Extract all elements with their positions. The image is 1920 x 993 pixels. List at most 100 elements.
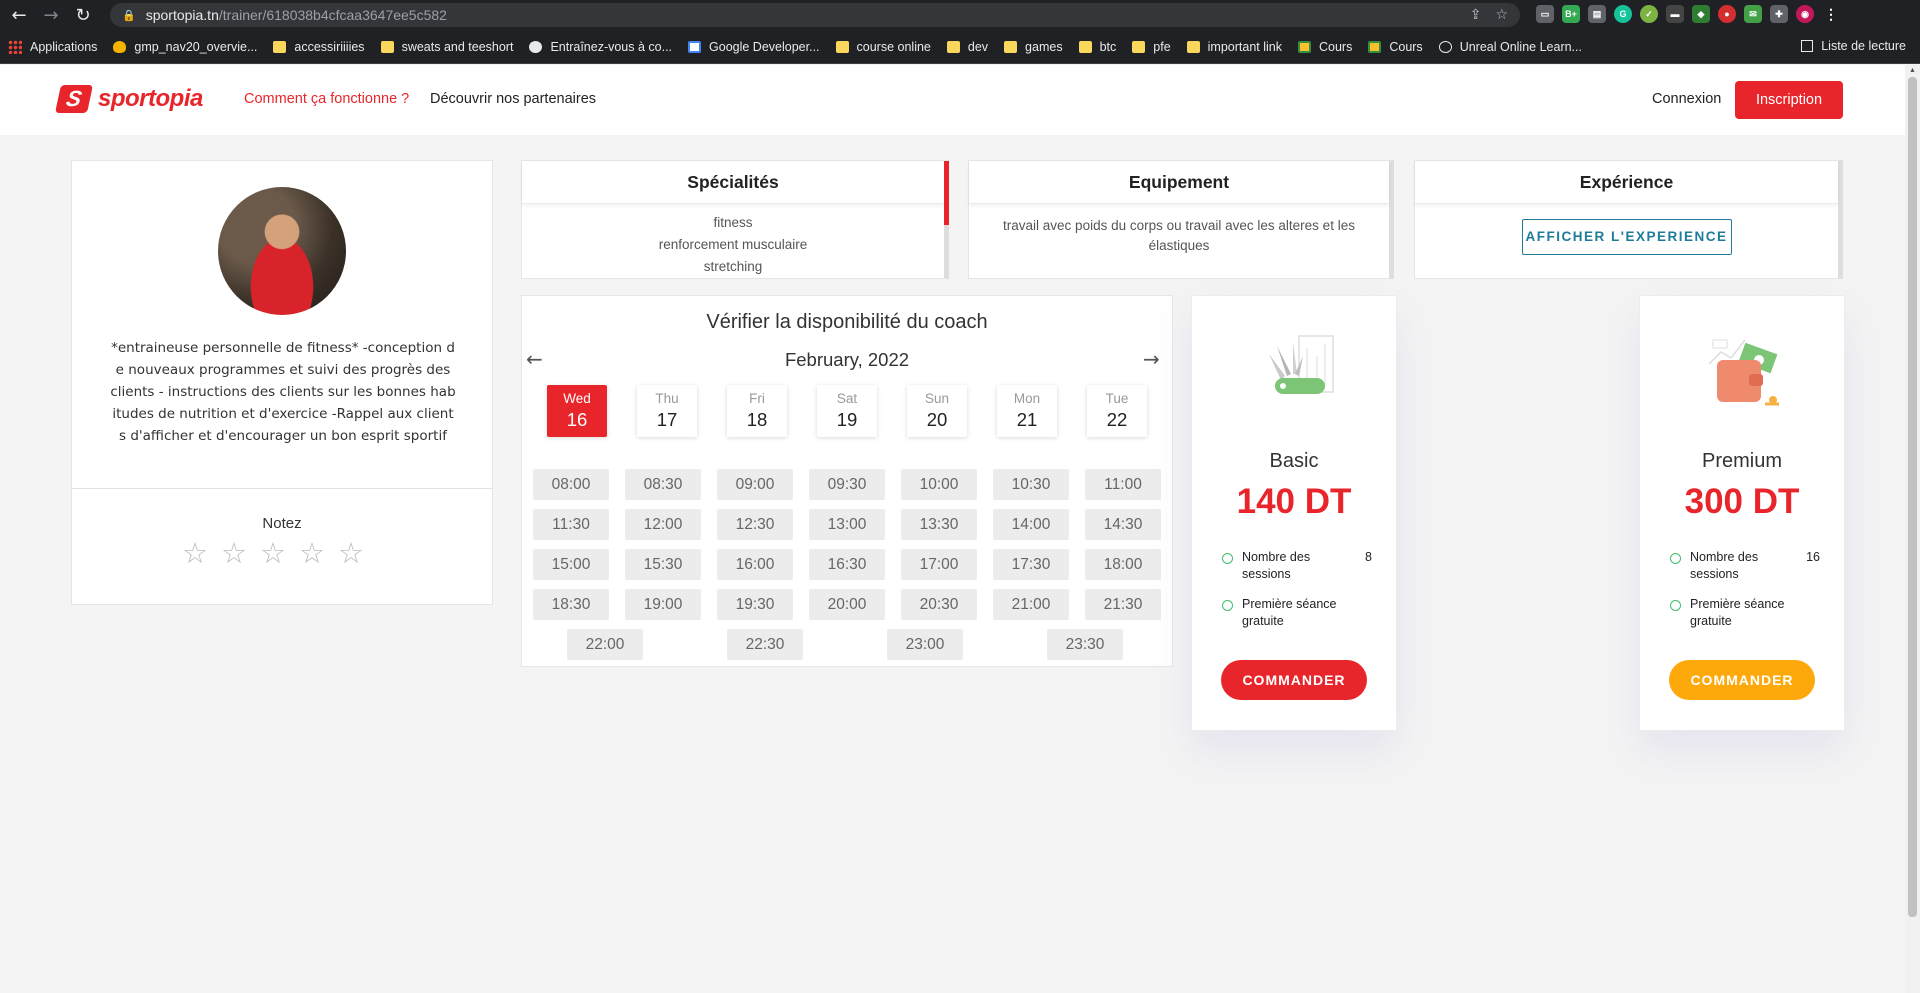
time-slot[interactable]: 14:30 bbox=[1085, 509, 1161, 540]
next-arrow-icon[interactable]: → bbox=[1143, 347, 1160, 371]
time-slot[interactable]: 12:00 bbox=[625, 509, 701, 540]
bookmark-folder[interactable]: dev bbox=[946, 40, 988, 54]
extension-icon[interactable]: ✉ bbox=[1744, 5, 1762, 23]
time-slot[interactable]: 21:30 bbox=[1085, 589, 1161, 620]
time-slot[interactable]: 09:00 bbox=[717, 469, 793, 500]
time-slot[interactable]: 20:30 bbox=[901, 589, 977, 620]
time-slot[interactable]: 10:30 bbox=[993, 469, 1069, 500]
folder-icon bbox=[1004, 40, 1018, 53]
star-rating[interactable]: ☆ ☆ ☆ ☆ ☆ bbox=[182, 539, 364, 568]
scroll-up-icon[interactable]: ▲ bbox=[1909, 67, 1916, 74]
bookmark-folder[interactable]: pfe bbox=[1132, 40, 1171, 54]
day-tue[interactable]: Tue 22 bbox=[1087, 385, 1147, 437]
plan-feature-sessions: Nombre des sessions 8 bbox=[1222, 549, 1372, 583]
order-premium-button[interactable]: COMMANDER bbox=[1669, 660, 1815, 700]
time-slot[interactable]: 15:30 bbox=[625, 549, 701, 580]
bookmark-star-icon[interactable]: ☆ bbox=[1495, 7, 1508, 23]
day-mon[interactable]: Mon 21 bbox=[997, 385, 1057, 437]
day-thu[interactable]: Thu 17 bbox=[637, 385, 697, 437]
bookmark-folder[interactable]: sweats and teeshort bbox=[380, 40, 513, 54]
bookmark-item[interactable]: Cours bbox=[1298, 40, 1352, 54]
star-icon[interactable]: ☆ bbox=[182, 539, 208, 568]
day-sat[interactable]: Sat 19 bbox=[817, 385, 877, 437]
plan-price: 300 DT bbox=[1684, 482, 1800, 521]
time-slot[interactable]: 09:30 bbox=[809, 469, 885, 500]
extension-icon[interactable]: ▬ bbox=[1666, 5, 1684, 23]
time-slot[interactable]: 17:00 bbox=[901, 549, 977, 580]
time-slot[interactable]: 12:30 bbox=[717, 509, 793, 540]
puzzle-icon[interactable]: ✚ bbox=[1770, 5, 1788, 23]
signup-button[interactable]: Inscription bbox=[1735, 81, 1843, 119]
time-slot[interactable]: 22:00 bbox=[567, 629, 643, 660]
extension-icon[interactable]: ● bbox=[1718, 5, 1736, 23]
bookmark-item[interactable]: Unreal Online Learn... bbox=[1438, 40, 1582, 54]
time-slot[interactable]: 23:00 bbox=[887, 629, 963, 660]
time-slot[interactable]: 22:30 bbox=[727, 629, 803, 660]
reload-icon[interactable]: ↻ bbox=[70, 2, 96, 28]
time-slot[interactable]: 18:30 bbox=[533, 589, 609, 620]
logo-mark-icon: S bbox=[55, 85, 93, 113]
time-slot[interactable]: 14:00 bbox=[993, 509, 1069, 540]
day-fri[interactable]: Fri 18 bbox=[727, 385, 787, 437]
star-icon[interactable]: ☆ bbox=[260, 539, 286, 568]
bookmark-item[interactable]: Cours bbox=[1368, 40, 1423, 54]
wallet-icon bbox=[1708, 339, 1779, 406]
time-slot[interactable]: 16:00 bbox=[717, 549, 793, 580]
equipment-card: Equipement travail avec poids du corps o… bbox=[968, 160, 1394, 279]
bookmark-folder[interactable]: accessiriiiies bbox=[273, 40, 365, 54]
login-link[interactable]: Connexion bbox=[1652, 91, 1721, 107]
time-slot[interactable]: 20:00 bbox=[809, 589, 885, 620]
time-slot[interactable]: 13:30 bbox=[901, 509, 977, 540]
time-slot[interactable]: 16:30 bbox=[809, 549, 885, 580]
share-icon[interactable]: ⇪ bbox=[1470, 7, 1482, 23]
logo[interactable]: S sportopia bbox=[55, 85, 203, 113]
bookmark-folder[interactable]: important link bbox=[1186, 40, 1282, 54]
time-slot[interactable]: 13:00 bbox=[809, 509, 885, 540]
bookmark-item[interactable]: Entraînez-vous à co... bbox=[529, 40, 672, 54]
time-slot[interactable]: 23:30 bbox=[1047, 629, 1123, 660]
calendar-month: February, 2022 bbox=[784, 349, 910, 370]
time-slot[interactable]: 17:30 bbox=[993, 549, 1069, 580]
address-bar[interactable]: 🔒 sportopia.tn /trainer/618038b4cfcaa364… bbox=[110, 3, 1520, 27]
time-slot[interactable]: 19:30 bbox=[717, 589, 793, 620]
time-slot[interactable]: 18:00 bbox=[1085, 549, 1161, 580]
grammarly-icon[interactable]: G bbox=[1614, 5, 1632, 23]
menu-dots-icon[interactable]: ⋮ bbox=[1822, 5, 1840, 23]
star-icon[interactable]: ☆ bbox=[221, 539, 247, 568]
bookmark-folder[interactable]: games bbox=[1004, 40, 1063, 54]
day-sun[interactable]: Sun 20 bbox=[907, 385, 967, 437]
bookmark-item[interactable]: gmp_nav20_overvie... bbox=[113, 40, 257, 54]
bookmark-folder[interactable]: course online bbox=[835, 40, 931, 54]
time-slot[interactable]: 08:30 bbox=[625, 469, 701, 500]
time-slot[interactable]: 11:30 bbox=[533, 509, 609, 540]
apps-grid-icon bbox=[8, 39, 22, 54]
time-slot[interactable]: 10:00 bbox=[901, 469, 977, 500]
bookmark-applications[interactable]: Applications bbox=[8, 39, 97, 54]
back-icon[interactable]: ← bbox=[6, 2, 32, 28]
bookmark-item[interactable]: Google Developer... bbox=[688, 40, 820, 54]
order-basic-button[interactable]: COMMANDER bbox=[1221, 660, 1367, 700]
extension-icon[interactable]: ✓ bbox=[1640, 5, 1658, 23]
extension-icon[interactable]: B+ bbox=[1562, 5, 1580, 23]
extension-icon[interactable]: ▭ bbox=[1536, 5, 1554, 23]
time-slot[interactable]: 19:00 bbox=[625, 589, 701, 620]
forward-icon[interactable]: → bbox=[38, 2, 64, 28]
extension-icon[interactable]: ◆ bbox=[1692, 5, 1710, 23]
star-icon[interactable]: ☆ bbox=[338, 539, 364, 568]
time-slot[interactable]: 11:00 bbox=[1085, 469, 1161, 500]
scroll-indicator[interactable] bbox=[944, 161, 949, 225]
scroll-thumb[interactable] bbox=[1908, 77, 1917, 917]
time-slot[interactable]: 15:00 bbox=[533, 549, 609, 580]
extension-icon[interactable]: ▤ bbox=[1588, 5, 1606, 23]
show-experience-button[interactable]: AFFICHER L'EXPERIENCE bbox=[1521, 219, 1732, 255]
bookmark-folder[interactable]: btc bbox=[1078, 40, 1116, 54]
profile-icon[interactable]: ◉ bbox=[1796, 5, 1814, 23]
day-wed[interactable]: Wed 16 bbox=[547, 385, 607, 437]
nav-how-it-works[interactable]: Comment ça fonctionne ? bbox=[244, 91, 409, 107]
reading-list[interactable]: Liste de lecture bbox=[1801, 39, 1906, 53]
page-scrollbar[interactable]: ▲ bbox=[1905, 65, 1920, 993]
nav-partners[interactable]: Découvrir nos partenaires bbox=[430, 91, 596, 107]
time-slot[interactable]: 21:00 bbox=[993, 589, 1069, 620]
star-icon[interactable]: ☆ bbox=[299, 539, 325, 568]
time-slot[interactable]: 08:00 bbox=[533, 469, 609, 500]
